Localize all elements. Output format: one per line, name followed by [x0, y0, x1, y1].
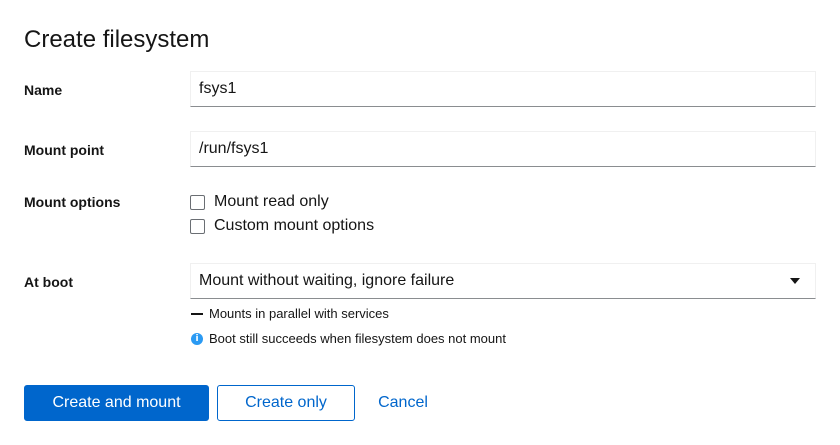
at-boot-helper-parallel: Mounts in parallel with services [190, 306, 389, 321]
info-icon: i [191, 332, 203, 345]
custom-mount-options-option[interactable]: Custom mount options [190, 217, 374, 235]
dash-icon [191, 312, 203, 315]
name-label: Name [24, 82, 63, 98]
mount-point-label: Mount point [24, 142, 105, 158]
mount-read-only-checkbox[interactable] [190, 194, 205, 210]
at-boot-select[interactable]: Mount without waiting, ignore failure [190, 263, 816, 299]
at-boot-helper-info: i Boot still succeeds when filesystem do… [190, 331, 506, 346]
mount-read-only-label: Mount read only [214, 193, 329, 210]
name-input[interactable] [190, 71, 816, 107]
cancel-button[interactable]: Cancel [363, 385, 443, 421]
helper-info-text: Boot still succeeds when filesystem does… [209, 331, 506, 346]
mount-options-label: Mount options [24, 194, 121, 210]
at-boot-label: At boot [24, 274, 73, 290]
at-boot-selected-value: Mount without waiting, ignore failure [199, 272, 455, 289]
create-only-button[interactable]: Create only [217, 385, 355, 421]
create-and-mount-button[interactable]: Create and mount [24, 385, 209, 421]
mount-read-only-option[interactable]: Mount read only [190, 193, 329, 211]
helper-parallel-text: Mounts in parallel with services [209, 306, 389, 321]
custom-mount-options-checkbox[interactable] [190, 218, 205, 234]
create-filesystem-dialog: Create filesystem Name Mount point Mount… [0, 0, 840, 445]
caret-down-icon [790, 278, 800, 284]
custom-mount-options-label: Custom mount options [214, 217, 375, 234]
mount-point-input[interactable] [190, 131, 816, 167]
dialog-title: Create filesystem [24, 26, 210, 53]
